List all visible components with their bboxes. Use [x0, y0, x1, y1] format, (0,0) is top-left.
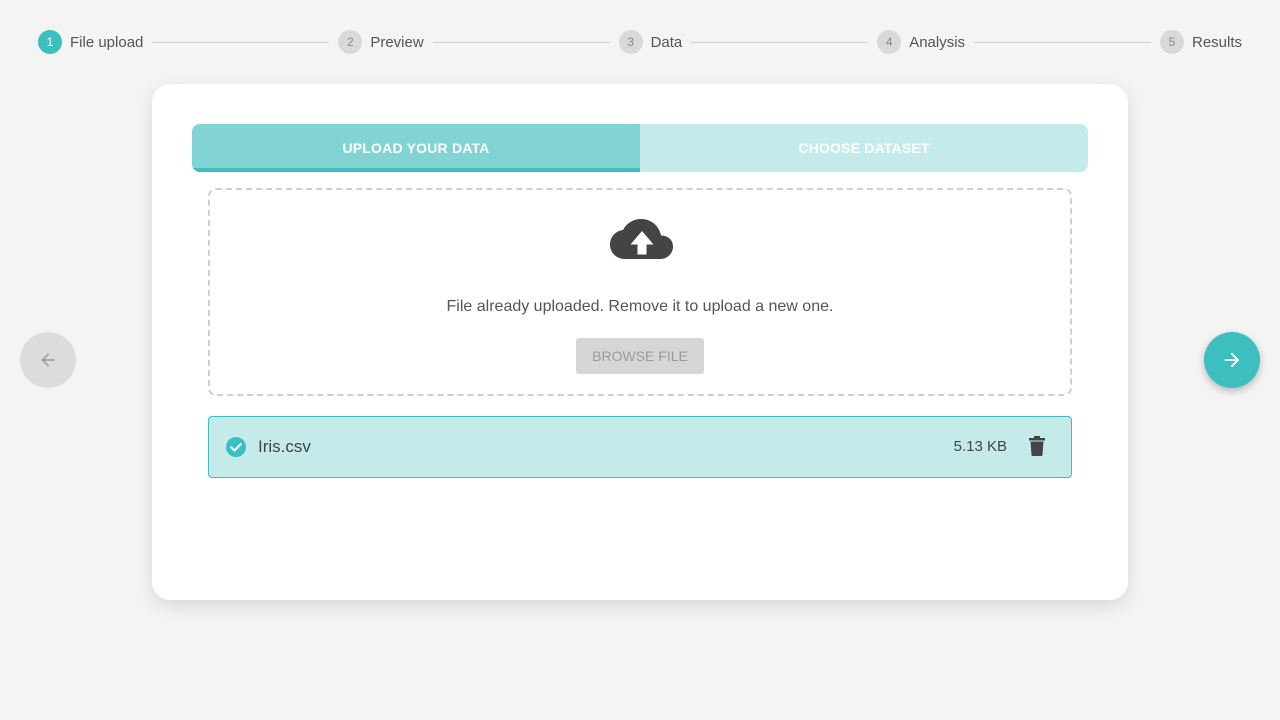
tab-choose-dataset[interactable]: CHOOSE DATASET [640, 124, 1088, 172]
step-label: Data [650, 33, 683, 51]
step-preview[interactable]: 2 Preview [338, 30, 424, 54]
cloud-upload-icon [610, 219, 673, 259]
step-connector [691, 41, 869, 43]
file-size: 5.13 KB [953, 438, 1007, 455]
step-number: 3 [618, 30, 643, 54]
file-dropzone[interactable]: File already uploaded. Remove it to uplo… [208, 188, 1072, 396]
step-label: Results [1191, 33, 1243, 51]
arrow-right-icon [1224, 352, 1240, 368]
step-data[interactable]: 3 Data [618, 30, 683, 54]
tab-upload-your-data[interactable]: UPLOAD YOUR DATA [192, 124, 640, 172]
dropzone-message: File already uploaded. Remove it to uplo… [446, 298, 834, 315]
arrow-left-icon [41, 353, 55, 367]
step-connector [974, 41, 1151, 43]
step-file-upload[interactable]: 1 File upload [38, 30, 143, 54]
step-results[interactable]: 5 Results [1159, 30, 1243, 54]
step-label: Analysis [909, 33, 966, 51]
step-label: File upload [70, 33, 144, 51]
stepper: 1 File upload 2 Preview 3 Data 4 Analysi… [38, 30, 1242, 54]
step-connector [432, 41, 610, 43]
step-number: 4 [877, 30, 902, 54]
step-label: Preview [370, 33, 424, 51]
step-number: 5 [1159, 30, 1184, 54]
step-number: 1 [38, 30, 62, 54]
next-button[interactable] [1204, 332, 1260, 388]
trash-icon[interactable] [1029, 436, 1045, 456]
previous-button[interactable] [20, 332, 76, 388]
source-tabs: UPLOAD YOUR DATA CHOOSE DATASET [192, 124, 1088, 172]
uploaded-file-row: Iris.csv 5.13 KB [208, 416, 1072, 478]
step-analysis[interactable]: 4 Analysis [877, 30, 965, 54]
file-name: Iris.csv [258, 437, 311, 456]
upload-card: UPLOAD YOUR DATA CHOOSE DATASET File alr… [152, 84, 1128, 600]
browse-file-button[interactable]: BROWSE FILE [576, 338, 704, 374]
check-circle-icon [226, 437, 246, 457]
step-connector [152, 41, 330, 43]
step-number: 2 [338, 30, 363, 54]
